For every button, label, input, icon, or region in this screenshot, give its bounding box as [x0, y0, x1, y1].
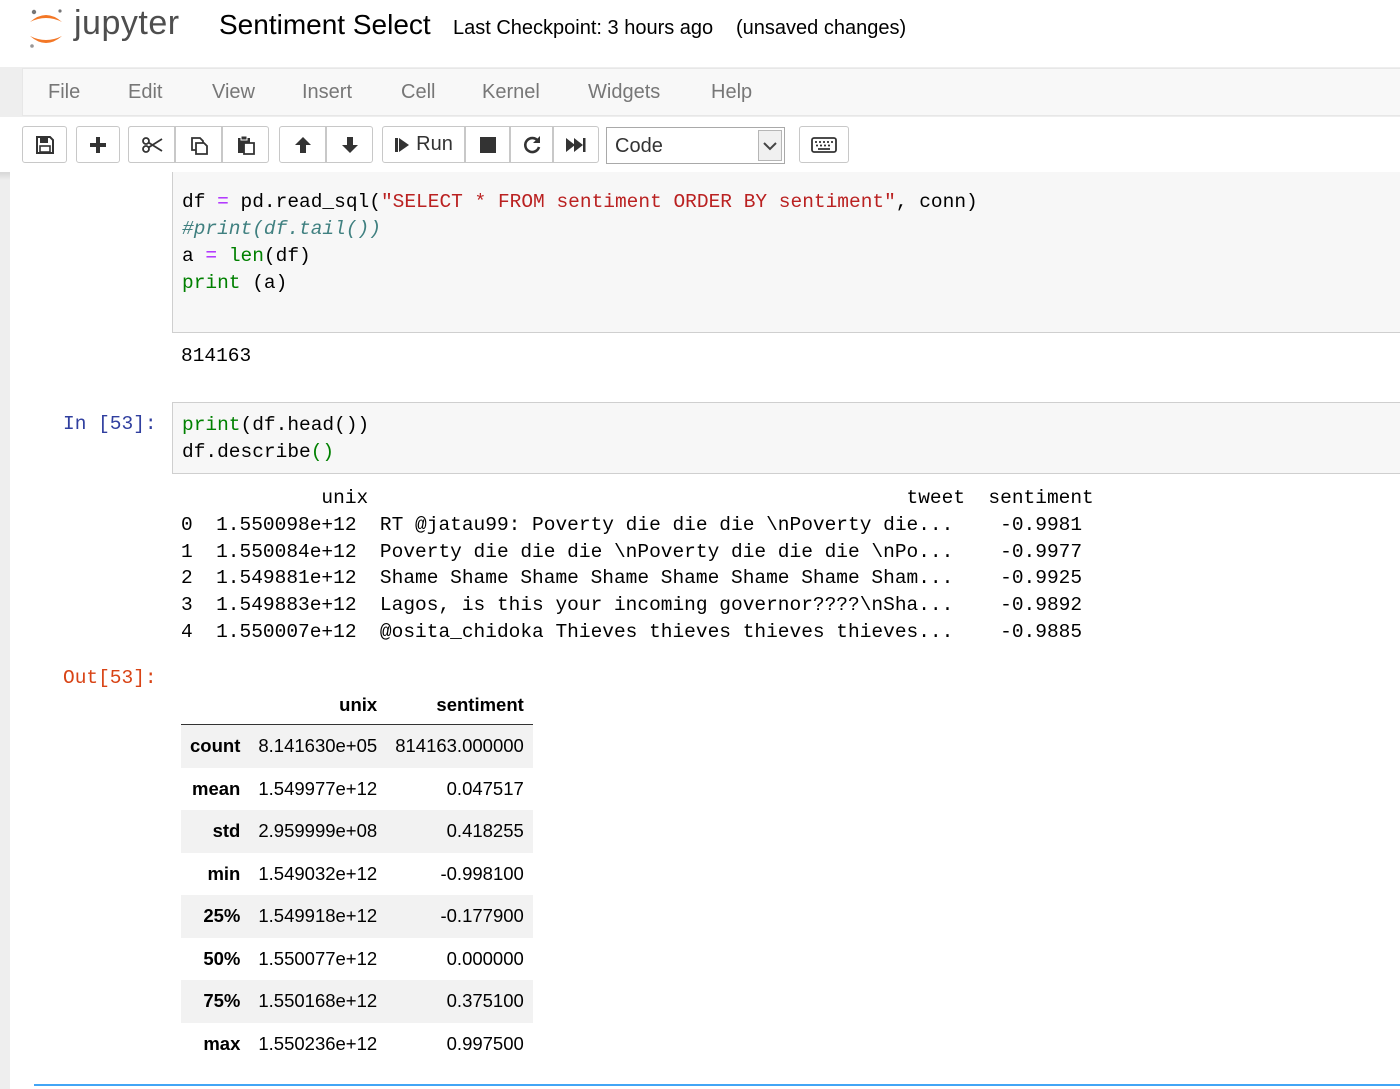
notebook-header: jupyter Sentiment Select Last Checkpoint…	[0, 0, 1400, 67]
move-up-button[interactable]	[279, 126, 326, 163]
stdout-line: 0 1.550098e+12 RT @jatau99: Poverty die …	[181, 514, 1083, 536]
code-line: print (a)	[182, 272, 288, 294]
code-line: print(df.head())	[182, 414, 370, 436]
row-label: mean	[192, 777, 241, 799]
table-cell: 0.418255	[446, 820, 524, 842]
table-cell: 8.141630e+05	[258, 735, 378, 757]
row-label: 75%	[203, 990, 241, 1012]
move-down-button[interactable]	[326, 126, 373, 163]
table-row: mean 1.549977e+12 0.047517	[181, 768, 533, 811]
row-label: count	[190, 735, 241, 757]
cut-button[interactable]	[128, 126, 175, 163]
stdout-line: unix tweet sentiment	[181, 487, 1094, 509]
code-line: a = len(df)	[182, 245, 311, 267]
stdout-line: 2 1.549881e+12 Shame Shame Shame Shame S…	[181, 567, 1083, 589]
code-line: #print(df.tail())	[182, 218, 381, 240]
chevron-down-icon[interactable]	[758, 130, 782, 161]
restart-run-all-button[interactable]	[553, 126, 599, 163]
input-prompt: In [53]:	[63, 413, 157, 435]
cell-type-value: Code	[615, 135, 663, 157]
arrow-up-icon	[294, 136, 311, 153]
code-cell-input-2[interactable]: print(df.head()) df.describe()	[172, 402, 1400, 474]
selected-cell-indicator	[34, 1084, 1400, 1086]
restart-icon	[523, 135, 540, 153]
menubar: File Edit View Insert Cell Kernel Widget…	[22, 68, 1400, 116]
run-button[interactable]: Run	[382, 126, 465, 163]
last-checkpoint: Last Checkpoint: 3 hours ago	[453, 17, 714, 39]
table-row: min 1.549032e+12 -0.998100	[181, 853, 533, 896]
insert-cell-button[interactable]	[76, 126, 120, 163]
interrupt-button[interactable]	[465, 126, 510, 163]
table-cell: -0.177900	[440, 905, 524, 927]
row-label: 50%	[203, 947, 241, 969]
table-header-cell	[181, 686, 250, 725]
table-cell: 1.549977e+12	[258, 777, 378, 799]
run-icon	[395, 137, 410, 152]
table-cell: 0.000000	[446, 947, 524, 969]
table-row: 75% 1.550168e+12 0.375100	[181, 980, 533, 1023]
table-row: 25% 1.549918e+12 -0.177900	[181, 895, 533, 938]
notebook-title[interactable]: Sentiment Select	[219, 9, 431, 41]
command-palette-button[interactable]	[799, 126, 849, 163]
table-header-cell: unix	[249, 686, 387, 725]
table-cell: 814163.000000	[395, 735, 524, 757]
table-cell: 0.997500	[446, 1032, 524, 1054]
row-label: std	[212, 820, 241, 842]
keyboard-icon	[811, 136, 837, 153]
stop-icon	[479, 136, 496, 153]
jupyter-wordmark[interactable]: jupyter	[74, 4, 180, 43]
menu-edit[interactable]: Edit	[128, 81, 162, 104]
paste-icon	[237, 135, 255, 155]
copy-icon	[190, 136, 208, 155]
restart-button[interactable]	[510, 126, 553, 163]
stdout-line: 4 1.550007e+12 @osita_chidoka Thieves th…	[181, 621, 1083, 643]
jupyter-logo-icon[interactable]	[26, 6, 66, 50]
autosave-status: (unsaved changes)	[736, 17, 907, 39]
run-label: Run	[416, 133, 453, 155]
plus-icon	[90, 136, 106, 153]
table-cell: -0.998100	[440, 862, 524, 884]
toolbar: Run Code	[0, 117, 1400, 173]
stdout-line: 1 1.550084e+12 Poverty die die die \nPov…	[181, 541, 1083, 563]
table-cell: 1.550168e+12	[258, 990, 378, 1012]
cell-output-text: 814163	[181, 345, 252, 367]
dataframe-table: unix sentiment count 8.141630e+05 814163.0…	[181, 686, 533, 1065]
table-cell: 2.959999e+08	[258, 820, 378, 842]
copy-button[interactable]	[175, 126, 222, 163]
menu-kernel[interactable]: Kernel	[482, 81, 540, 104]
code-line: df = pd.read_sql("SELECT * FROM sentimen…	[182, 191, 978, 213]
row-label: max	[203, 1032, 241, 1054]
table-cell: 1.550236e+12	[258, 1032, 378, 1054]
table-row: count 8.141630e+05 814163.000000	[181, 724, 533, 768]
table-cell: 0.047517	[446, 777, 524, 799]
table-cell: 1.549918e+12	[258, 905, 378, 927]
cell-type-select[interactable]: Code	[606, 127, 785, 164]
output-prompt: Out[53]:	[63, 667, 157, 689]
scissors-icon	[141, 136, 162, 153]
table-header-row: unix sentiment	[181, 686, 533, 725]
table-row: max 1.550236e+12 0.997500	[181, 1023, 533, 1066]
save-icon	[35, 135, 54, 154]
fast-forward-icon	[566, 137, 586, 152]
table-cell: 1.550077e+12	[258, 947, 378, 969]
row-label: min	[207, 862, 241, 884]
save-button[interactable]	[22, 126, 67, 163]
menu-file[interactable]: File	[48, 81, 80, 104]
table-cell: 1.549032e+12	[258, 862, 378, 884]
arrow-down-icon	[341, 136, 358, 153]
menu-insert[interactable]: Insert	[302, 81, 352, 104]
stdout-line: 3 1.549883e+12 Lagos, is this your incom…	[181, 594, 1083, 616]
menu-widgets[interactable]: Widgets	[588, 81, 660, 104]
table-header-cell: sentiment	[386, 686, 533, 725]
table-row: 50% 1.550077e+12 0.000000	[181, 938, 533, 981]
table-row: std 2.959999e+08 0.418255	[181, 810, 533, 853]
paste-button[interactable]	[222, 126, 269, 163]
row-label: 25%	[203, 905, 241, 927]
table-cell: 0.375100	[446, 990, 524, 1012]
menu-view[interactable]: View	[212, 81, 255, 104]
code-line: df.describe()	[182, 441, 335, 463]
menu-help[interactable]: Help	[711, 81, 752, 104]
menu-cell[interactable]: Cell	[401, 81, 435, 104]
code-cell-input-1[interactable]: df = pd.read_sql("SELECT * FROM sentimen…	[172, 172, 1400, 333]
